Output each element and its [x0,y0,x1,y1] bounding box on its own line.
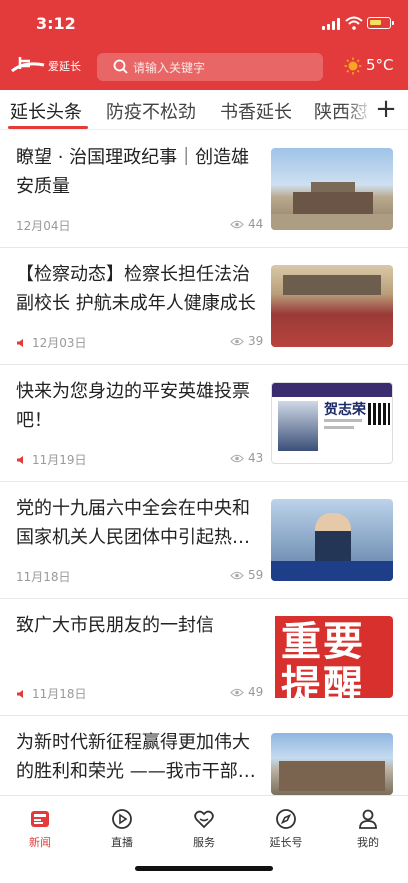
view-count: 44 [248,217,264,231]
news-thumbnail [271,265,393,347]
add-channel-icon[interactable]: + [372,94,400,124]
sun-icon [344,57,362,75]
play-icon [112,809,132,829]
news-meta: 12月04日 [16,217,71,234]
news-title: 【检察动态】检察长担任法治副校长 护航未成年人健康成长 [16,264,256,314]
nav-service[interactable]: 服务 [174,808,234,850]
tab-epidemic[interactable]: 防疫不松劲 [106,98,196,124]
view-count: 59 [248,568,264,582]
heart-service-icon [194,810,214,829]
temperature: 5°C [366,56,394,74]
nav-yanchang-account[interactable]: 延长号 [256,808,316,850]
news-meta: 11月19日 [16,451,87,468]
home-indicator[interactable] [135,866,273,871]
news-views: 43 [230,451,263,465]
news-views: 39 [230,334,263,348]
user-icon [359,809,377,829]
logo-text: 爱延长 [48,60,81,73]
eye-icon [230,220,244,228]
thumbnail-name: 贺志荣 [324,402,366,418]
news-thumbnail [271,733,393,795]
audio-icon[interactable] [16,338,26,348]
audio-icon[interactable] [16,455,26,465]
nav-label: 服务 [193,836,215,849]
news-item[interactable]: 为新时代新征程赢得更加伟大的胜利和荣光 ——我市干部… [0,716,408,796]
news-title: 为新时代新征程赢得更加伟大的胜利和荣光 ——我市干部… [16,732,256,782]
news-thumbnail: 贺志荣 [271,382,393,464]
news-date: 11月18日 [16,570,71,584]
news-views: 49 [230,685,263,699]
news-title: 快来为您身边的平安英雄投票吧！ [16,381,250,431]
news-icon [31,811,49,827]
view-count: 43 [248,451,264,465]
news-date: 12月04日 [16,219,71,233]
tab-fade [344,90,374,129]
news-date: 12月03日 [32,336,87,350]
tab-headlines[interactable]: 延长头条 [10,98,82,124]
compass-icon [276,809,296,829]
search-bar[interactable]: 请输入关键字 [97,53,323,81]
audio-icon[interactable] [16,689,26,699]
status-bar: 3:12 [0,14,408,36]
news-thumbnail: 重要提醒 [271,616,393,698]
news-thumbnail [271,499,393,581]
active-tab-indicator [8,126,88,129]
nav-label: 延长号 [269,836,303,849]
news-item[interactable]: 快来为您身边的平安英雄投票吧！ 11月19日 43 贺志荣 [0,365,408,482]
news-date: 11月18日 [32,687,87,701]
signal-icon [322,18,340,30]
nav-live[interactable]: 直播 [92,808,152,850]
news-thumbnail [271,148,393,230]
nav-news[interactable]: 新闻 [10,808,70,850]
eye-icon [230,454,244,462]
search-placeholder: 请输入关键字 [133,61,206,75]
battery-icon [367,17,394,29]
view-count: 39 [248,334,264,348]
eye-icon [230,571,244,579]
search-icon [113,59,128,74]
news-title: 致广大市民朋友的一封信 [16,615,214,636]
app-logo[interactable]: 爱延长 [10,53,86,81]
news-views: 44 [230,217,263,231]
news-meta: 11月18日 [16,685,87,702]
eye-icon [230,337,244,345]
nav-label: 新闻 [29,836,51,849]
news-item[interactable]: 致广大市民朋友的一封信 11月18日 49 重要提醒 [0,599,408,716]
nav-label: 我的 [357,836,379,849]
news-date: 11月19日 [32,453,87,467]
app-header: 3:12 爱延长 请输入关键字 5°C [0,0,408,90]
tab-reading[interactable]: 书香延长 [220,98,292,124]
wifi-icon [345,16,363,30]
nav-label: 直播 [111,836,133,849]
news-item[interactable]: 【检察动态】检察长担任法治副校长 护航未成年人健康成长 12月03日 39 [0,248,408,365]
thumbnail-headline: 重要提醒 [281,619,365,698]
news-title: 党的十九届六中全会在中央和国家机关人民团体中引起热… [16,498,250,548]
channel-tabs: 延长头条 防疫不松劲 书香延长 陕西怼 + [0,90,408,130]
news-views: 59 [230,568,263,582]
news-meta: 11月18日 [16,568,71,585]
news-title: 瞭望 · 治国理政纪事｜创造雄安质量 [16,147,250,197]
top-bar: 爱延长 请输入关键字 5°C [0,53,408,81]
view-count: 49 [248,685,264,699]
news-item[interactable]: 党的十九届六中全会在中央和国家机关人民团体中引起热… 11月18日 59 [0,482,408,599]
news-item[interactable]: 瞭望 · 治国理政纪事｜创造雄安质量 12月04日 44 [0,131,408,248]
logo-mark-icon [11,57,45,73]
nav-mine[interactable]: 我的 [338,808,398,850]
eye-icon [230,688,244,696]
status-time: 3:12 [36,14,76,33]
news-meta: 12月03日 [16,334,87,351]
